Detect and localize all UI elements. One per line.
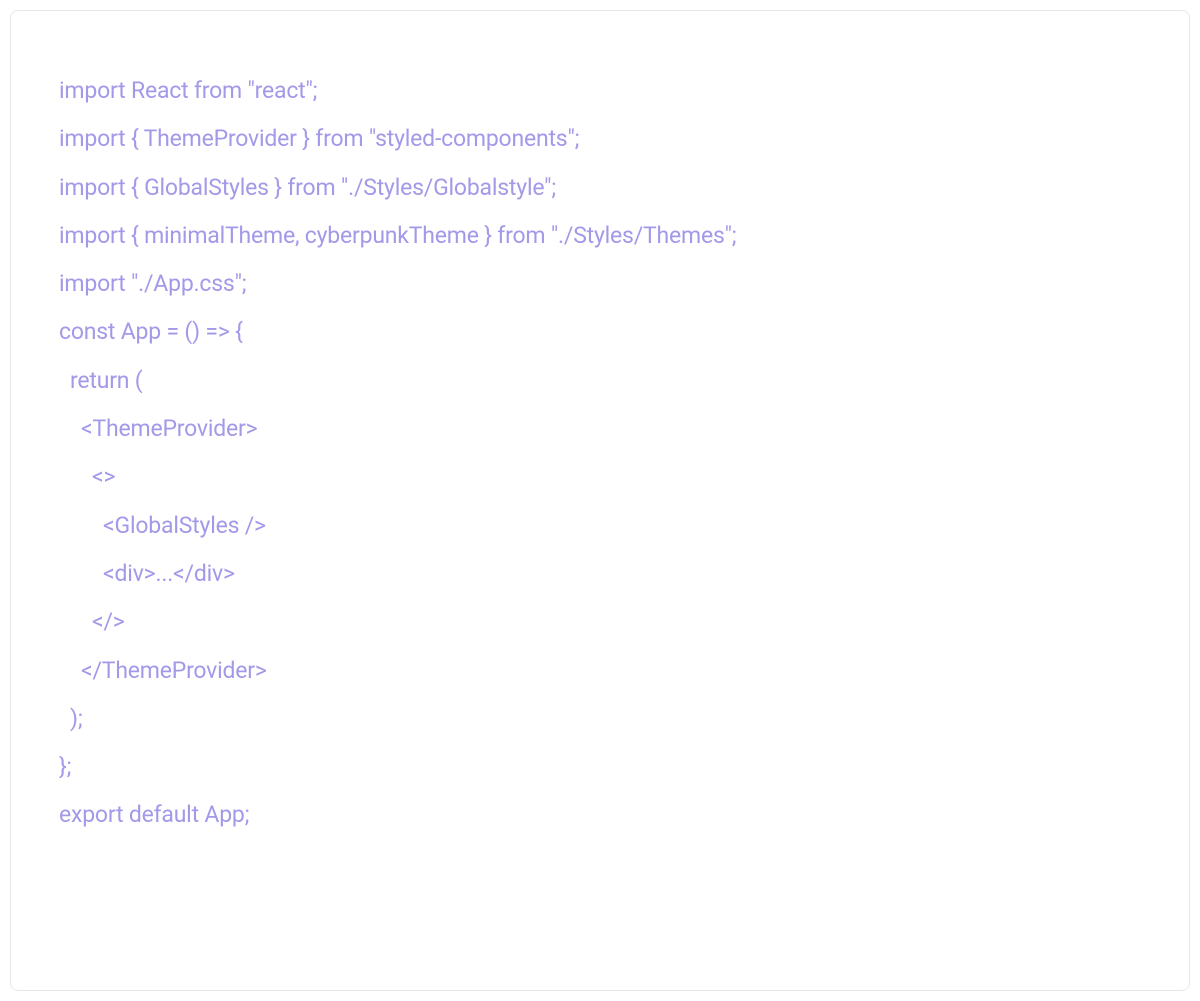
code-line: <> bbox=[59, 453, 1141, 501]
code-line: import React from "react"; bbox=[59, 67, 1141, 115]
code-line: <GlobalStyles /> bbox=[59, 502, 1141, 550]
code-line: }; bbox=[59, 743, 1141, 791]
code-line: </> bbox=[59, 598, 1141, 646]
code-line: ); bbox=[59, 695, 1141, 743]
code-line: import "./App.css"; bbox=[59, 260, 1141, 308]
code-line: const App = () => { bbox=[59, 308, 1141, 356]
code-line: export default App; bbox=[59, 791, 1141, 839]
code-line: import { GlobalStyles } from "./Styles/G… bbox=[59, 164, 1141, 212]
code-line: return ( bbox=[59, 357, 1141, 405]
code-line: </ThemeProvider> bbox=[59, 647, 1141, 695]
code-line: <div>...</div> bbox=[59, 550, 1141, 598]
code-line: import { minimalTheme, cyberpunkTheme } … bbox=[59, 212, 1141, 260]
code-line: <ThemeProvider> bbox=[59, 405, 1141, 453]
code-block: import React from "react"; import { Them… bbox=[10, 10, 1190, 991]
code-line: import { ThemeProvider } from "styled-co… bbox=[59, 115, 1141, 163]
